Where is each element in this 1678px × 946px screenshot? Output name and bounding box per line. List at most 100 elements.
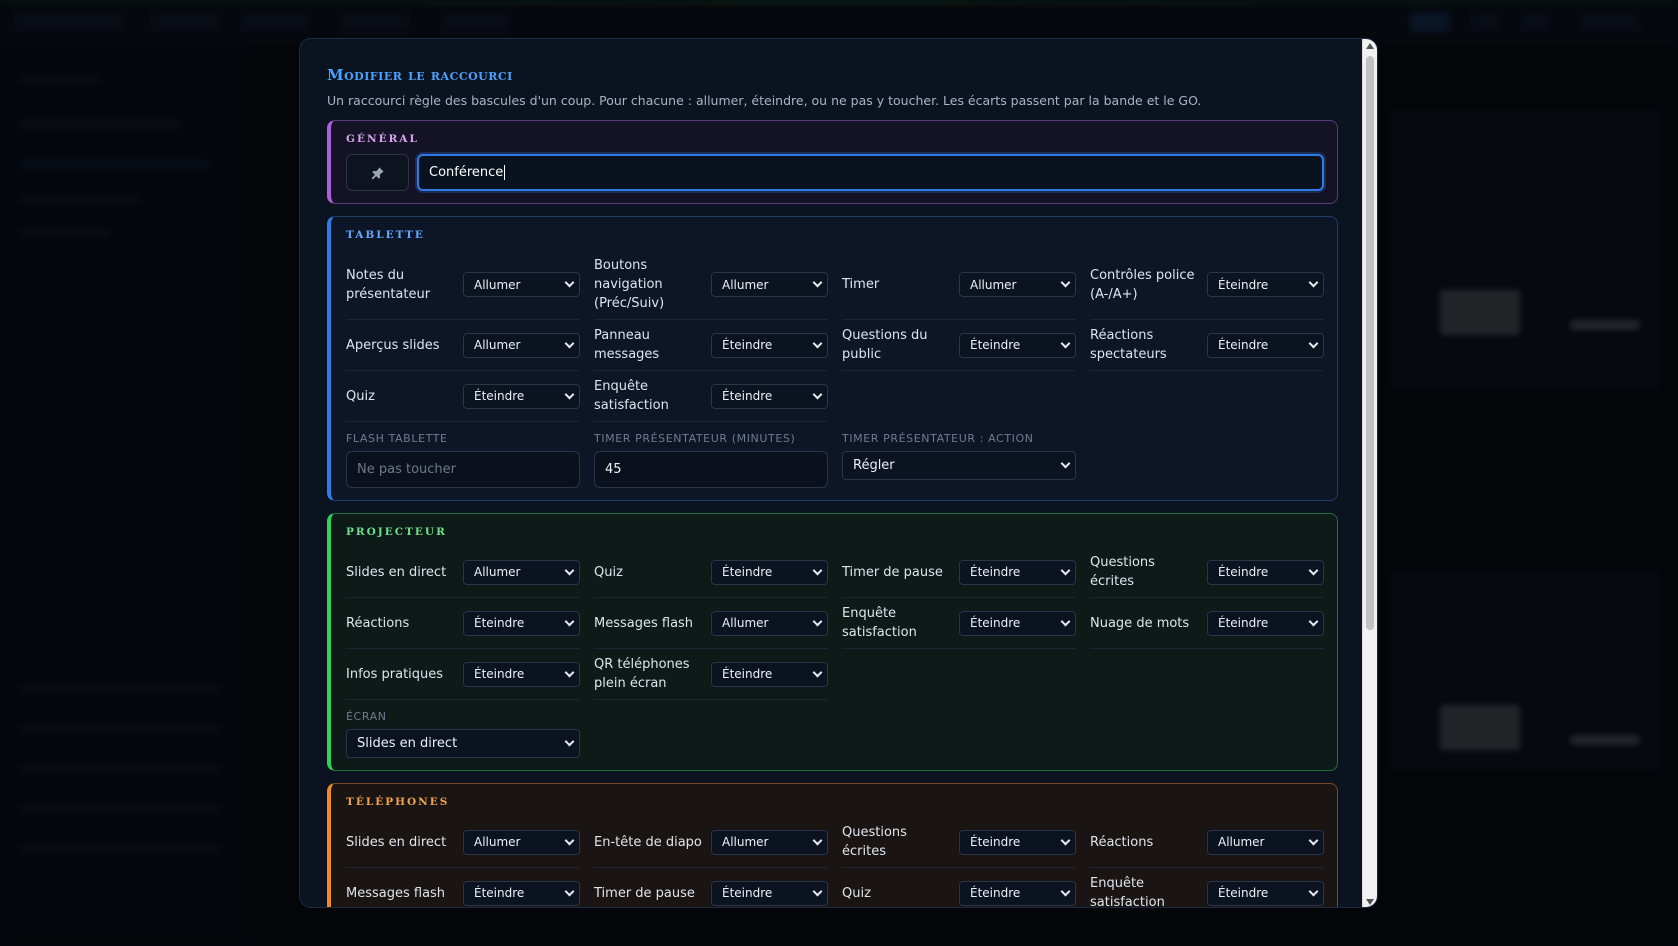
toggle-row: Contrôles police (A-/A+) Éteindre <box>1090 250 1324 320</box>
chevron-down-icon <box>564 277 575 288</box>
dialog-title: Modifier le raccourci <box>327 66 513 84</box>
toggle-select[interactable]: Éteindre <box>1207 880 1324 906</box>
chevron-down-icon <box>812 667 823 677</box>
toggle-select[interactable]: Allumer <box>959 272 1076 297</box>
chevron-down-icon <box>812 277 823 288</box>
screen-select[interactable]: Slides en direct <box>346 729 580 758</box>
grid-spacer <box>1090 649 1324 700</box>
toggle-label: Quiz <box>346 388 375 404</box>
select-value: Allumer <box>1218 835 1265 849</box>
toggle-select[interactable]: Éteindre <box>1207 272 1324 297</box>
toggle-select[interactable]: Allumer <box>463 829 580 855</box>
toggle-row: Enquête satisfaction Éteindre <box>594 371 828 422</box>
toggle-label: Enquête satisfaction <box>1090 876 1165 908</box>
section-tablette-title: TABLETTE <box>346 229 425 241</box>
select-value: Éteindre <box>1218 616 1269 630</box>
flash-tablette-input[interactable]: Ne pas toucher <box>346 451 580 488</box>
toggle-select[interactable]: Allumer <box>1207 829 1324 855</box>
chevron-down-icon <box>1060 277 1071 288</box>
toggle-select[interactable]: Éteindre <box>959 880 1076 906</box>
select-value: Éteindre <box>474 616 525 630</box>
toggle-label: Panneau messages <box>594 328 660 362</box>
toggle-select[interactable]: Éteindre <box>463 383 580 409</box>
toggle-select[interactable]: Éteindre <box>959 829 1076 855</box>
toggle-select[interactable]: Éteindre <box>1207 559 1324 585</box>
timer-minutes-label: TIMER PRÉSENTATEUR (MINUTES) <box>594 432 796 445</box>
grid-spacer <box>842 649 1076 700</box>
toggle-select[interactable]: Allumer <box>463 332 580 358</box>
section-telephones-title: TÉLÉPHONES <box>346 796 450 808</box>
toggle-label: Enquête satisfaction <box>594 379 669 413</box>
select-value: Éteindre <box>1218 886 1269 900</box>
toggle-row: Timer de pause Éteindre <box>594 868 828 907</box>
toggle-select[interactable]: Éteindre <box>711 661 828 687</box>
toggle-label: Timer <box>842 277 880 292</box>
text-caret <box>504 165 506 180</box>
toggle-select[interactable]: Éteindre <box>463 610 580 636</box>
toggle-label: Slides en direct <box>346 564 447 580</box>
select-value: Éteindre <box>970 565 1021 579</box>
toggle-row: Boutons navigation (Préc/Suiv) Allumer <box>594 250 828 320</box>
toggle-select[interactable]: Allumer <box>711 829 828 855</box>
toggle-select[interactable]: Éteindre <box>711 559 828 585</box>
grid-spacer <box>1090 371 1324 422</box>
timer-minutes-field: TIMER PRÉSENTATEUR (MINUTES) 45 <box>594 432 828 488</box>
toggle-row: Infos pratiques Éteindre <box>346 649 580 700</box>
toggle-select[interactable]: Éteindre <box>959 610 1076 636</box>
shortcut-icon-button[interactable] <box>346 154 409 191</box>
toggle-label: Boutons navigation (Préc/Suiv) <box>594 258 665 311</box>
toggle-select[interactable]: Éteindre <box>711 880 828 906</box>
toggle-row: Quiz Éteindre <box>594 547 828 598</box>
toggle-label: Réactions spectateurs <box>1090 328 1167 362</box>
toggle-label: Infos pratiques <box>346 666 444 682</box>
toggle-label: Questions écrites <box>1090 555 1155 589</box>
toggle-select[interactable]: Allumer <box>711 610 828 636</box>
shortcut-name-input[interactable]: Conférence <box>417 154 1324 191</box>
projecteur-fields: ÉCRAN Slides en direct <box>346 710 1324 758</box>
tablette-toggles: Notes du présentateur Allumer Boutons nav… <box>346 250 1324 422</box>
chevron-down-icon <box>1308 565 1319 575</box>
select-value: Allumer <box>474 835 521 849</box>
toggle-label: Quiz <box>594 564 623 580</box>
toggle-select[interactable]: Éteindre <box>1207 610 1324 636</box>
toggle-row: Réactions spectateurs Éteindre <box>1090 320 1324 371</box>
toggle-select[interactable]: Éteindre <box>959 559 1076 585</box>
toggle-select[interactable]: Éteindre <box>1207 332 1324 358</box>
chevron-down-icon <box>1308 886 1319 896</box>
timer-minutes-input[interactable]: 45 <box>594 451 828 488</box>
toggle-row: Réactions Éteindre <box>346 598 580 649</box>
timer-minutes-value: 45 <box>605 462 622 477</box>
dialog-content: Modifier le raccourci Un raccourci règle… <box>300 39 1364 908</box>
scrollbar-thumb[interactable] <box>1366 56 1374 630</box>
screen-field: ÉCRAN Slides en direct <box>346 710 580 758</box>
toggle-label: Aperçus slides <box>346 337 440 353</box>
toggle-label: Timer de pause <box>594 885 695 901</box>
screen-label: ÉCRAN <box>346 710 387 723</box>
toggle-select[interactable]: Éteindre <box>711 383 828 409</box>
flash-tablette-placeholder: Ne pas toucher <box>357 462 456 477</box>
select-value: Allumer <box>970 277 1017 292</box>
scroll-down-icon[interactable] <box>1366 899 1374 905</box>
select-value: Éteindre <box>970 338 1021 352</box>
pin-icon <box>371 166 384 179</box>
select-value: Régler <box>853 458 895 473</box>
toggle-select[interactable]: Allumer <box>711 272 828 297</box>
section-telephones: TÉLÉPHONES Slides en direct Allumer En-tê… <box>327 783 1338 908</box>
toggle-select[interactable]: Éteindre <box>463 880 580 906</box>
toggle-select[interactable]: Éteindre <box>463 661 580 687</box>
toggle-select[interactable]: Allumer <box>463 272 580 297</box>
toggle-row: Questions écrites Éteindre <box>1090 547 1324 598</box>
shortcut-name-value: Conférence <box>429 165 504 180</box>
toggle-label: Nuage de mots <box>1090 615 1190 631</box>
toggle-label: Timer de pause <box>842 564 943 580</box>
toggle-select[interactable]: Éteindre <box>711 332 828 358</box>
toggle-row: QR téléphones plein écran Éteindre <box>594 649 828 700</box>
toggle-select[interactable]: Allumer <box>463 559 580 585</box>
toggle-select[interactable]: Éteindre <box>959 332 1076 358</box>
chevron-down-icon <box>1060 565 1071 575</box>
timer-action-select[interactable]: Régler <box>842 451 1076 480</box>
scroll-up-icon[interactable] <box>1366 43 1374 49</box>
dialog-scrollbar[interactable] <box>1362 39 1377 907</box>
select-value: Allumer <box>722 277 769 292</box>
select-value: Allumer <box>474 565 521 579</box>
